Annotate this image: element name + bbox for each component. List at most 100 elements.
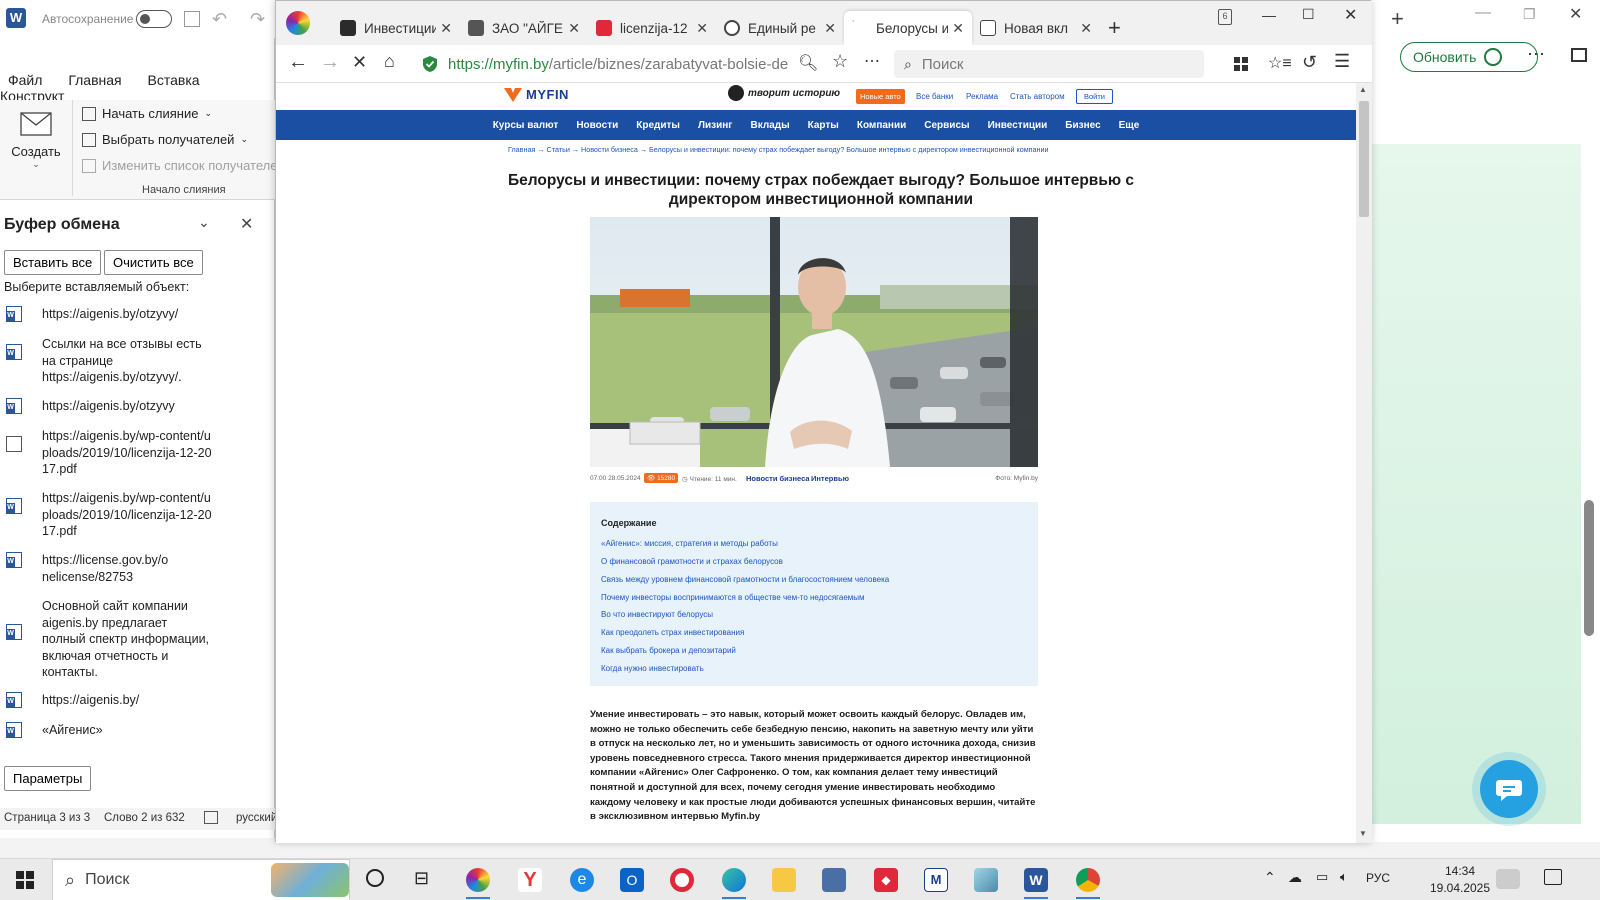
tray-chevron-icon[interactable]: ⌃	[1264, 869, 1276, 886]
tab-close-icon[interactable]: ✕	[440, 20, 452, 37]
nav-item[interactable]: Бизнес	[1065, 120, 1100, 131]
file-explorer-icon[interactable]	[772, 868, 796, 892]
tab-close-icon[interactable]: ✕	[1080, 20, 1092, 37]
toc-item[interactable]: Связь между уровнем финансовой грамотнос…	[601, 575, 889, 584]
scroll-down-icon[interactable]: ▼	[1359, 829, 1367, 838]
volume-icon[interactable]: 🔈︎	[1340, 869, 1348, 885]
tab-close-icon[interactable]: ✕	[824, 20, 836, 37]
nav-item[interactable]: Кредиты	[636, 120, 680, 131]
become-author-link[interactable]: Стать автором	[1010, 92, 1065, 101]
nav-item[interactable]: Карты	[808, 120, 839, 131]
search-input[interactable]: ⌕ Поиск	[894, 50, 1204, 78]
chrome-icon[interactable]	[1076, 868, 1100, 899]
select-recipients-button[interactable]: Выбрать получателей ⌄	[82, 132, 248, 147]
nav-item[interactable]: Инвестиции	[988, 120, 1048, 131]
nav-item[interactable]: Новости	[576, 120, 618, 131]
tab-registry[interactable]: Единый ре ✕	[716, 11, 844, 45]
all-banks-link[interactable]: Все банки	[916, 92, 953, 101]
new-tab-button[interactable]: +	[1108, 15, 1121, 41]
redo-icon[interactable]: ↷	[250, 9, 265, 30]
nav-item[interactable]: Вклады	[750, 120, 789, 131]
sidebar-icon[interactable]	[1571, 48, 1587, 62]
clipboard-item[interactable]: «Айгенис»	[0, 722, 270, 742]
action-center-icon[interactable]	[1544, 869, 1562, 885]
zoom-icon[interactable]: 🔍︎	[798, 53, 818, 73]
clock[interactable]: 14:34 19.04.2025	[1428, 863, 1492, 897]
clipboard-item[interactable]: https://aigenis.by/	[0, 692, 270, 712]
tab-close-icon[interactable]: ✕	[568, 20, 580, 37]
clipboard-item[interactable]: https://aigenis.by/otzyvy	[0, 398, 270, 418]
clear-all-button[interactable]: Очистить все	[104, 250, 203, 275]
minimize-icon[interactable]: —	[1262, 7, 1276, 23]
forward-icon[interactable]: →	[320, 51, 340, 74]
m-app-icon[interactable]: M	[924, 868, 948, 892]
ribbon-tab-insert[interactable]: Вставка	[148, 72, 200, 88]
menu-icon[interactable]: ☰	[1334, 51, 1350, 72]
tab-new[interactable]: Новая вкл ✕	[972, 11, 1100, 45]
anydesk-icon[interactable]: ◆	[874, 868, 898, 892]
clipboard-item[interactable]: https://license.gov.by/onelicense/82753	[0, 552, 270, 586]
nav-item[interactable]: Курсы валют	[493, 120, 559, 131]
toc-item[interactable]: «Айгенис»: миссия, стратегия и методы ра…	[601, 539, 778, 548]
apps-icon[interactable]	[1234, 57, 1248, 71]
home-icon[interactable]: ⌂	[384, 51, 395, 72]
yandex-icon[interactable]: Y	[518, 868, 542, 892]
toc-item[interactable]: Как преодолеть страх инвестирования	[601, 628, 744, 637]
clipboard-item[interactable]: Основной сайт компании aigenis.by предла…	[0, 598, 270, 680]
close-icon[interactable]: ✕	[1569, 4, 1582, 24]
login-button[interactable]: Войти	[1076, 89, 1113, 104]
notepad-app-icon[interactable]	[974, 868, 998, 892]
page-scrollbar[interactable]: ▲ ▼	[1356, 83, 1372, 843]
tab-close-icon[interactable]: ✕	[696, 20, 708, 37]
tab-belarusians[interactable]: ˙ Белорусы и ✕	[844, 11, 972, 45]
address-bar[interactable]: https://myfin.by/article/biznes/zarabaty…	[448, 50, 828, 78]
browser-taskbar-icon[interactable]	[466, 868, 490, 899]
tag-interview[interactable]: Интервью	[811, 474, 849, 483]
onedrive-icon[interactable]: ☁	[1288, 869, 1302, 886]
new-cars-badge[interactable]: Новые авто	[856, 89, 905, 104]
tag-business-news[interactable]: Новости бизнеса	[746, 474, 810, 483]
bookmark-star-icon[interactable]: ☆	[832, 51, 848, 72]
clipboard-item[interactable]: https://aigenis.by/otzyvy/	[0, 306, 270, 326]
nav-item[interactable]: Еще	[1119, 120, 1140, 131]
paste-all-button[interactable]: Вставить все	[4, 250, 102, 275]
outlook-icon[interactable]: O	[620, 868, 644, 892]
chat-button[interactable]	[1480, 760, 1538, 818]
language-label[interactable]: русский	[236, 812, 277, 824]
clipboard-item[interactable]: https://aigenis.by/wp-content/uploads/20…	[0, 490, 270, 540]
save-icon[interactable]	[184, 11, 200, 27]
network-app-icon[interactable]	[822, 868, 846, 892]
opera-icon[interactable]	[670, 868, 694, 892]
stop-loading-icon[interactable]: ✕	[352, 52, 367, 73]
more-icon[interactable]: ⋯	[864, 51, 880, 71]
undo-icon[interactable]: ↶	[212, 9, 227, 30]
scrollbar-thumb[interactable]	[1359, 101, 1369, 217]
toc-item[interactable]: Когда нужно инвестировать	[601, 664, 704, 673]
minimize-icon[interactable]: —	[1475, 4, 1491, 22]
clipboard-item[interactable]: https://aigenis.by/wp-content/uploads/20…	[0, 428, 270, 478]
browser-logo-icon[interactable]	[286, 11, 310, 35]
edge-icon[interactable]	[722, 868, 746, 899]
ribbon-tab-file[interactable]: Файл	[8, 72, 42, 88]
update-button[interactable]: Обновить	[1400, 42, 1538, 72]
internet-explorer-icon[interactable]: e	[570, 868, 594, 892]
tab-license-pdf[interactable]: licenzija-12 ✕	[588, 11, 716, 45]
start-merge-button[interactable]: Начать слияние ⌄	[82, 106, 212, 121]
input-language[interactable]: РУС	[1366, 871, 1390, 885]
tab-count-badge[interactable]: 6	[1218, 9, 1232, 25]
nav-item[interactable]: Компании	[857, 120, 906, 131]
params-button[interactable]: Параметры	[4, 766, 92, 791]
shield-icon[interactable]	[422, 55, 438, 73]
autosave-toggle[interactable]	[136, 10, 172, 28]
notification-app-icon[interactable]	[1496, 869, 1520, 889]
taskbar-search[interactable]: ⌕ Поиск	[52, 859, 350, 900]
close-icon[interactable]: ✕	[240, 214, 253, 234]
proofing-icon[interactable]	[204, 811, 218, 824]
tab-close-icon[interactable]: ✕	[952, 20, 964, 37]
task-view-icon[interactable]: ⊟	[414, 868, 429, 889]
nav-item[interactable]: Лизинг	[698, 120, 733, 131]
windows-start-icon[interactable]	[16, 871, 34, 889]
toc-item[interactable]: О финансовой грамотности и страхах белор…	[601, 557, 783, 566]
toc-item[interactable]: Во что инвестируют белорусы	[601, 610, 713, 619]
tab-investments[interactable]: Инвестиции ✕	[332, 11, 460, 45]
